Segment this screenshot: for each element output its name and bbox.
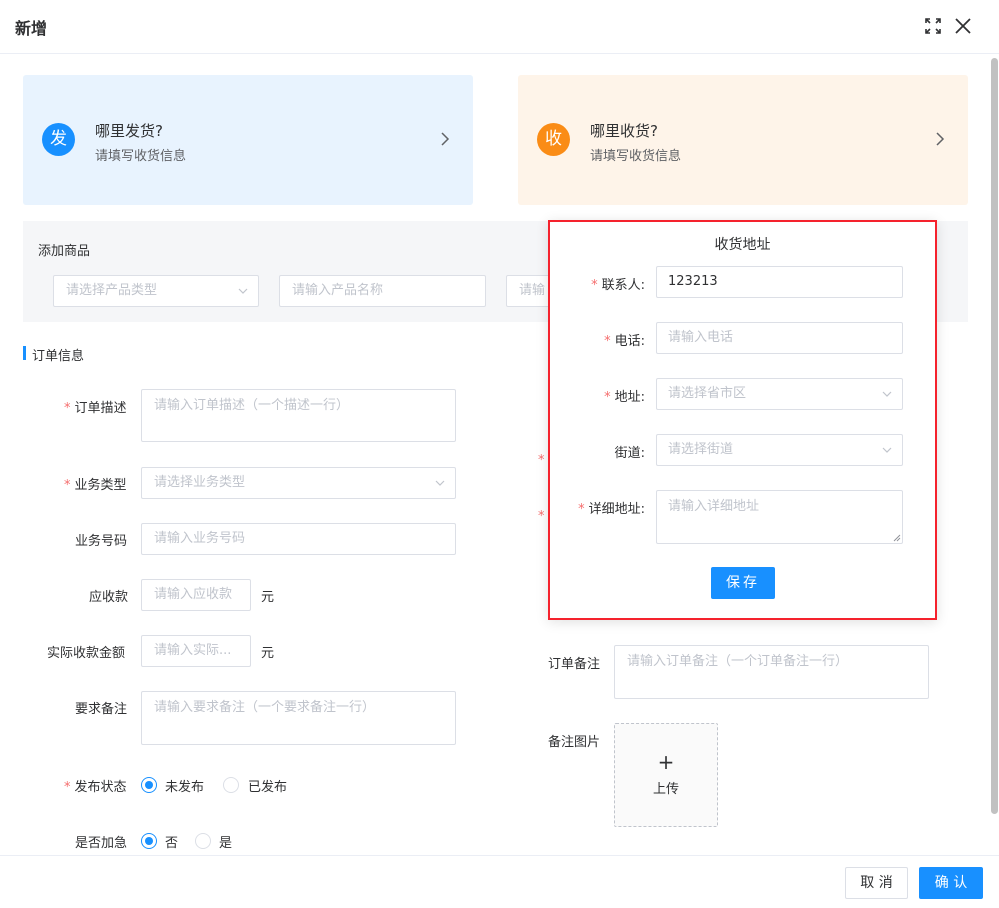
radio-urgent-yes-label[interactable]: 是 [219,832,232,851]
receiver-card-title: 哪里收货? [590,122,658,140]
actual-amount-placeholder: 请输入实际... [154,643,232,658]
hidden-required-mark: * [538,509,545,524]
detail-placeholder: 请输入详细地址 [668,499,760,514]
contact-label: * 联系人: [591,278,645,293]
chevron-down-icon [882,390,892,398]
product-name-input[interactable]: 请输入产品名称 [279,275,486,307]
radio-urgent-yes[interactable] [195,833,211,849]
receivable-label: 应收款 [89,590,129,605]
sender-card-title: 哪里发货? [95,122,163,140]
street-select[interactable]: 请选择街道 [656,434,903,466]
image-upload-box[interactable]: + 上传 [614,723,718,827]
requirement-note-label: 要求备注 [75,702,128,717]
close-icon[interactable] [954,17,972,35]
dialog-title: 新增 [15,19,48,38]
chevron-right-icon [439,132,451,146]
product-type-placeholder: 请选择产品类型 [66,283,158,298]
product-type-select[interactable]: 请选择产品类型 [53,275,259,307]
receiver-card-subtitle: 请填写收货信息 [590,149,682,164]
receivable-input[interactable]: 请输入应收款 [141,579,251,611]
sender-badge: 发 [42,123,75,156]
chevron-down-icon [435,479,445,487]
description-label: * 订单描述 [64,401,127,416]
requirement-note-placeholder: 请输入要求备注（一个要求备注一行） [154,700,376,715]
hidden-required-mark: * [538,453,545,468]
radio-unpublished-label[interactable]: 未发布 [165,776,204,795]
business-type-placeholder: 请选择业务类型 [154,475,246,490]
order-note-placeholder: 请输入订单备注（一个订单备注一行） [627,654,849,669]
contact-value: 123213 [668,274,718,289]
actual-amount-unit: 元 [261,646,275,661]
add-products-label: 添加商品 [38,244,91,259]
confirm-button[interactable]: 确 认 [919,867,983,899]
resize-handle-icon[interactable] [893,534,901,542]
dialog-header: 新增 [0,0,999,54]
save-button[interactable]: 保存 [711,567,775,599]
description-textarea[interactable]: 请输入订单描述（一个描述一行） [141,389,456,442]
radio-published-label[interactable]: 已发布 [248,776,287,795]
receiving-address-popover: 收货地址 * 联系人: 123213 * 电话: 请输入电话 * 地址: 请选择省市区… [548,220,937,620]
phone-placeholder: 请输入电话 [668,330,734,345]
upload-label: 上传 [652,782,679,797]
description-placeholder: 请输入订单描述（一个描述一行） [154,398,350,413]
street-label: 街道: [614,446,645,461]
chevron-down-icon [238,287,248,295]
chevron-right-icon [934,132,946,146]
scrollbar-thumb[interactable] [991,58,998,814]
detail-textarea[interactable]: 请输入详细地址 [656,490,903,544]
contact-input[interactable]: 123213 [656,266,903,298]
actual-amount-label: 实际收款金额 [47,646,126,661]
radio-unpublished[interactable] [141,777,157,793]
radio-urgent-no-label[interactable]: 否 [165,832,178,851]
requirement-note-textarea[interactable]: 请输入要求备注（一个要求备注一行） [141,691,456,745]
receivable-placeholder: 请输入应收款 [154,587,233,602]
order-info-title: 订单信息 [32,349,85,364]
note-image-label: 备注图片 [548,735,601,750]
plus-icon: + [657,750,675,774]
actual-amount-input[interactable]: 请输入实际... [141,635,251,667]
popover-title: 收货地址 [714,237,771,253]
sender-card-subtitle: 请填写收货信息 [95,149,187,164]
phone-label: * 电话: [604,334,645,349]
business-no-placeholder: 请输入业务号码 [154,531,246,546]
detail-label: * 详细地址: [578,502,645,517]
region-select[interactable]: 请选择省市区 [656,378,903,410]
radio-urgent-no[interactable] [141,833,157,849]
business-type-select[interactable]: 请选择业务类型 [141,467,456,499]
order-note-textarea[interactable]: 请输入订单备注（一个订单备注一行） [614,645,929,699]
urgent-label: 是否加急 [75,836,128,851]
product-third-placeholder: 请输 [519,283,546,298]
publish-status-label: * 发布状态 [64,780,127,795]
region-placeholder: 请选择省市区 [668,386,747,401]
receiver-address-card[interactable]: 收 哪里收货? 请填写收货信息 [518,75,968,205]
street-placeholder: 请选择街道 [668,442,734,457]
chevron-down-icon [882,446,892,454]
section-accent-bar [23,346,26,360]
radio-published[interactable] [223,777,239,793]
receiver-badge: 收 [537,123,570,156]
region-label: * 地址: [604,390,645,405]
business-type-label: * 业务类型 [64,478,127,493]
receivable-unit: 元 [261,590,275,605]
phone-input[interactable]: 请输入电话 [656,322,903,354]
cancel-button[interactable]: 取 消 [845,867,908,899]
sender-address-card[interactable]: 发 哪里发货? 请填写收货信息 [23,75,473,205]
product-name-placeholder: 请输入产品名称 [292,283,384,298]
order-note-label: 订单备注 [548,657,601,672]
business-no-label: 业务号码 [75,534,128,549]
new-order-dialog: 新增 发 哪里发货? 请填写收货信息 收 哪里收货? 请填写收货信息 添加商品 … [0,0,999,908]
business-no-input[interactable]: 请输入业务号码 [141,523,456,555]
dialog-footer: 取 消 确 认 [0,855,999,908]
fullscreen-icon[interactable] [924,17,942,35]
